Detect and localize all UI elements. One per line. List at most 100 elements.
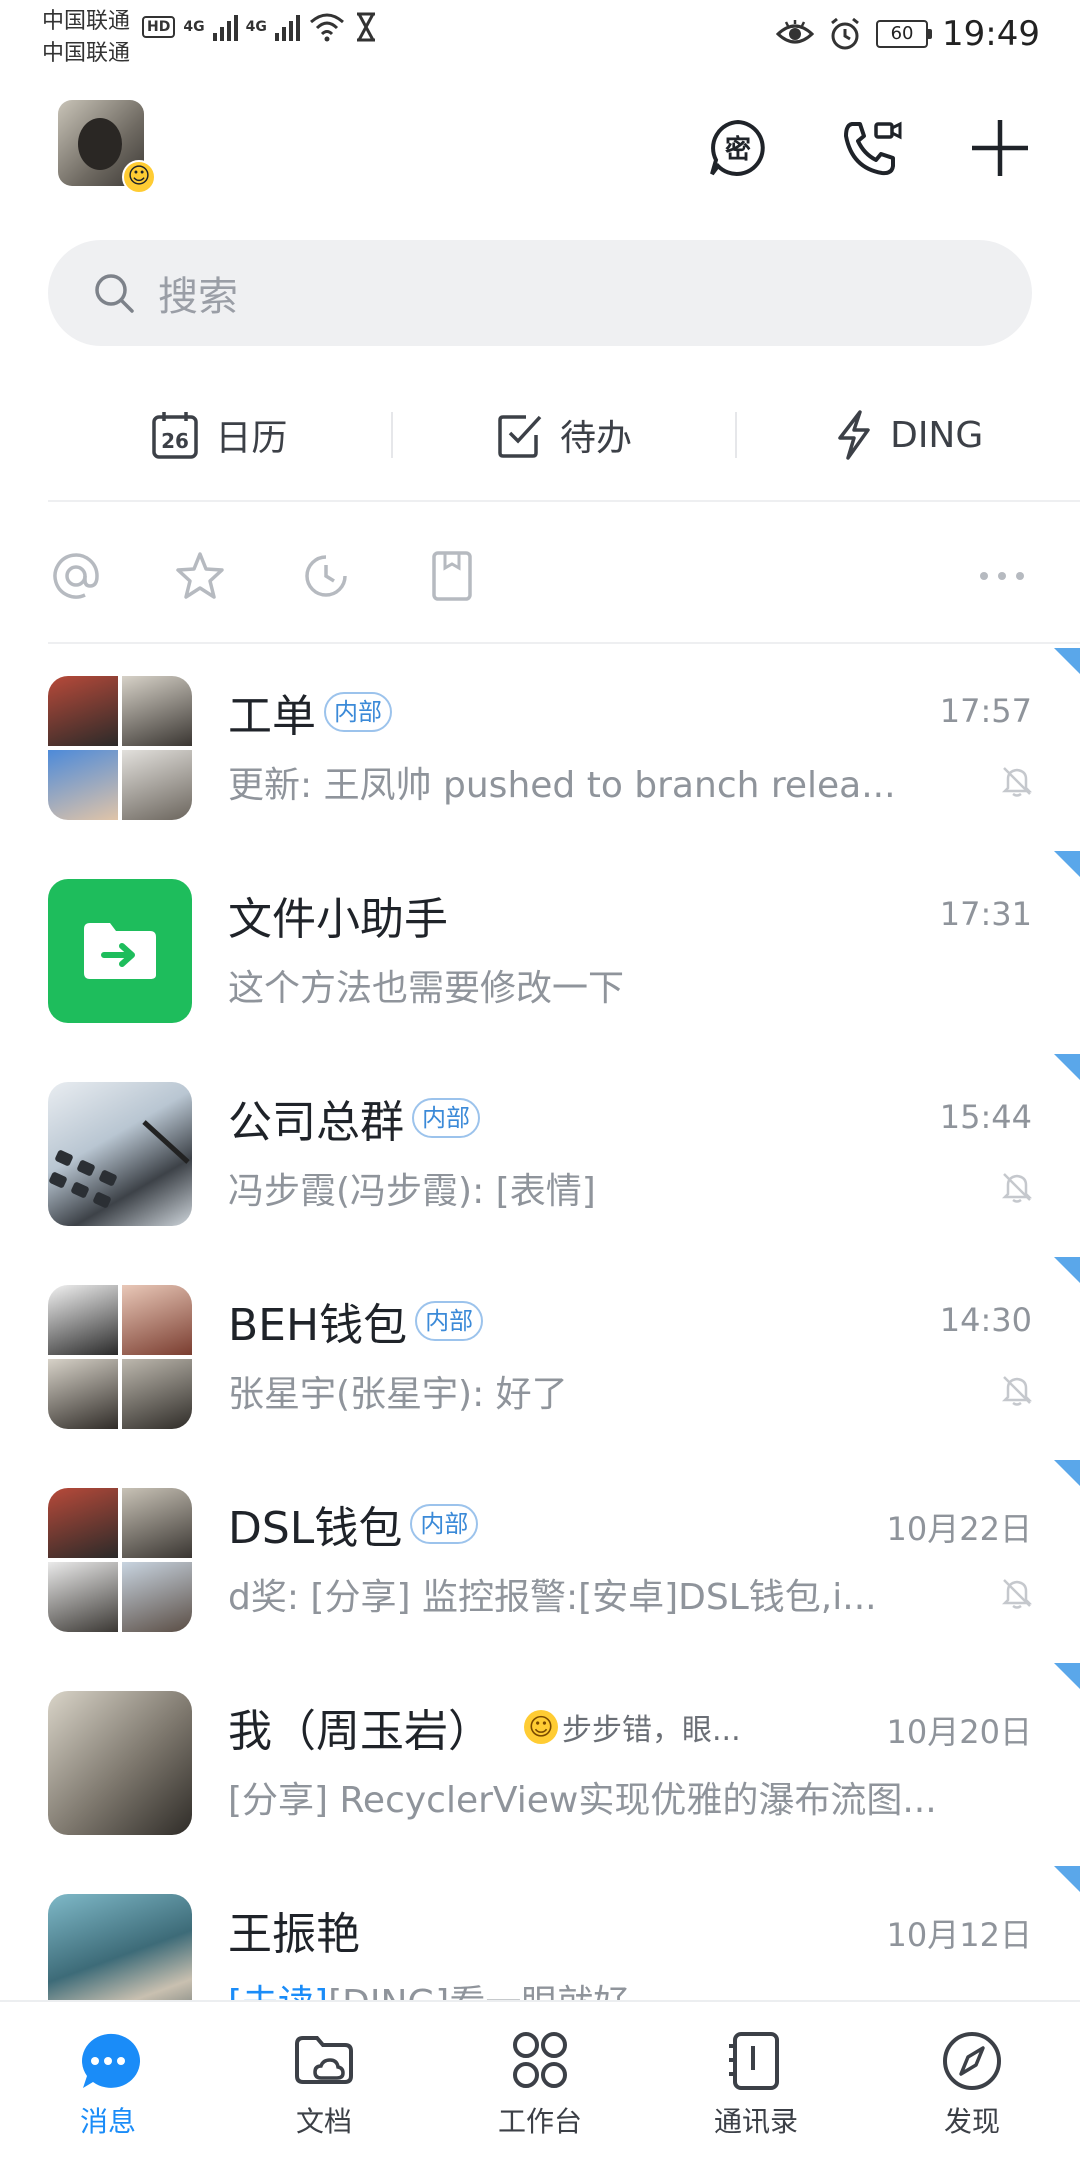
folder-cloud-icon	[295, 2036, 353, 2084]
conversation-item[interactable]: DSL钱包 内部 10月22日 d奖: [分享] 监控报警:[安卓]DSL钱包,i…	[0, 1460, 1080, 1663]
conversation-title: BEH钱包 内部	[228, 1289, 484, 1353]
calendar-label: 日历	[215, 418, 288, 459]
conversation-item[interactable]: 文件小助手 17:31 这个方法也需要修改一下	[0, 851, 1080, 1054]
chat-bubble-icon	[82, 2033, 141, 2088]
plus-icon	[972, 120, 1028, 176]
smile-emoji-icon: ☺	[524, 1710, 558, 1744]
conversation-title: 王振艳	[228, 1909, 360, 1960]
quick-actions: 26 日历 待办 DING	[48, 380, 1080, 490]
section-divider	[48, 500, 1080, 502]
filter-row	[48, 540, 1038, 610]
clock-icon	[305, 555, 347, 597]
wifi-icon	[309, 13, 344, 42]
alarm-icon	[831, 17, 859, 50]
network-type-1: 4G	[183, 19, 205, 35]
ding-label: DING	[890, 414, 984, 456]
tab-docs[interactable]: 文档	[216, 2002, 432, 2160]
mute-bell-icon	[1001, 1376, 1033, 1406]
mention-filter-button[interactable]	[48, 548, 104, 604]
pin-corner-marker	[1054, 1257, 1080, 1283]
conversation-item[interactable]: BEH钱包 内部 14:30 张星宇(张星宇): 好了	[0, 1257, 1080, 1460]
saved-filter-button[interactable]	[424, 548, 480, 604]
compass-icon	[943, 2032, 1001, 2090]
svg-text:密: 密	[725, 134, 751, 165]
tab-discover[interactable]: 发现	[864, 2002, 1080, 2160]
conversation-title: DSL钱包 内部	[228, 1492, 479, 1556]
tab-workbench[interactable]: 工作台	[432, 2002, 648, 2160]
pin-corner-marker	[1054, 1663, 1080, 1689]
status-right: 60 19:49	[776, 14, 1040, 54]
eye-comfort-icon	[776, 20, 815, 44]
conversation-item[interactable]: 工单 内部 17:57 更新: 王凤帅 pushed to branch rele…	[0, 648, 1080, 851]
svg-text:26: 26	[161, 429, 189, 453]
section-divider	[48, 642, 1080, 644]
unread-tag: [未读]	[228, 1983, 328, 2000]
contact-avatar	[48, 1894, 192, 2000]
at-icon	[53, 553, 99, 599]
conversation-item[interactable]: 王振艳 10月12日 [未读][DING]看一眼就好	[0, 1866, 1080, 2000]
group-avatar	[48, 676, 192, 820]
video-call-button[interactable]	[834, 112, 906, 184]
checkbox-icon	[498, 415, 542, 458]
folder-arrow-icon	[84, 923, 156, 979]
search-bar[interactable]: 搜索	[48, 240, 1032, 346]
tab-label: 通讯录	[713, 2105, 798, 2138]
pin-corner-marker	[1054, 1460, 1080, 1486]
secret-chat-icon: 密	[710, 119, 765, 176]
carrier-label-1: 中国联通	[42, 9, 131, 34]
conversation-item[interactable]: 公司总群 内部 15:44 冯步霞(冯步霞): [表情]	[0, 1054, 1080, 1257]
conversation-preview: 更新: 王凤帅 pushed to branch relea...	[228, 765, 896, 806]
clock-time: 19:49	[942, 14, 1040, 54]
add-button[interactable]	[964, 112, 1036, 184]
internal-tag: 内部	[324, 692, 392, 732]
smile-emoji-status-icon: ☺	[122, 160, 156, 194]
conversation-preview: d奖: [分享] 监控报警:[安卓]DSL钱包,i...	[228, 1577, 877, 1618]
tab-contacts[interactable]: 通讯录	[648, 2002, 864, 2160]
avatar-photo	[78, 118, 122, 170]
conversation-time: 10月22日	[886, 1510, 1032, 1548]
internal-tag: 内部	[412, 1098, 480, 1138]
battery-icon: 60	[876, 20, 933, 48]
tab-label: 文档	[295, 2105, 352, 2138]
recent-filter-button[interactable]	[298, 548, 354, 604]
phone-video-icon	[844, 121, 902, 176]
star-icon	[176, 552, 224, 599]
signal-icon-2	[274, 13, 300, 41]
bottom-nav: 消息 文档 工作台 通讯录 发现	[0, 2000, 1080, 2160]
tab-label: 发现	[943, 2105, 1000, 2138]
conversation-preview: 冯步霞(冯步霞): [表情]	[228, 1171, 596, 1212]
self-avatar	[48, 1691, 192, 1835]
conversation-time: 17:57	[939, 692, 1032, 730]
tab-messages[interactable]: 消息	[0, 2002, 216, 2160]
conversation-title: 工单 内部	[228, 680, 392, 744]
conversation-item[interactable]: 我（周玉岩） ☺ 步步错，眼... 10月20日 [分享] RecyclerView…	[0, 1663, 1080, 1866]
mute-bell-icon	[1001, 1579, 1033, 1609]
ding-button[interactable]: DING	[737, 410, 1080, 460]
internal-tag: 内部	[415, 1301, 484, 1341]
calendar-button[interactable]: 26 日历	[48, 409, 391, 461]
file-assistant-avatar	[48, 879, 192, 1023]
more-icon	[980, 572, 1024, 580]
network-type-2: 4G	[245, 19, 267, 35]
search-icon	[95, 274, 134, 313]
calculator-photo	[49, 1120, 190, 1208]
carrier-label-2: 中国联通	[42, 41, 131, 66]
status-message: ☺ 步步错，眼...	[524, 1705, 741, 1749]
internal-tag: 内部	[410, 1504, 479, 1544]
pin-corner-marker	[1054, 1866, 1080, 1892]
more-filters-button[interactable]	[974, 548, 1030, 604]
tab-label: 消息	[79, 2105, 136, 2138]
conversation-preview: [未读][DING]看一眼就好	[228, 1974, 1006, 2000]
conversation-title: 公司总群 内部	[228, 1086, 480, 1150]
todo-label: 待办	[560, 418, 633, 459]
conversation-preview: 张星宇(张星宇): 好了	[228, 1374, 568, 1415]
conversation-time: 10月12日	[886, 1916, 1032, 1954]
starred-filter-button[interactable]	[172, 548, 228, 604]
todo-button[interactable]: 待办	[393, 409, 736, 461]
tab-label: 工作台	[497, 2105, 582, 2138]
contacts-book-icon	[729, 2032, 779, 2090]
hd-badge: HD	[142, 16, 176, 38]
conversation-title: 文件小助手	[228, 894, 448, 945]
hourglass-icon	[356, 12, 375, 42]
secret-chat-button[interactable]: 密	[702, 112, 774, 184]
